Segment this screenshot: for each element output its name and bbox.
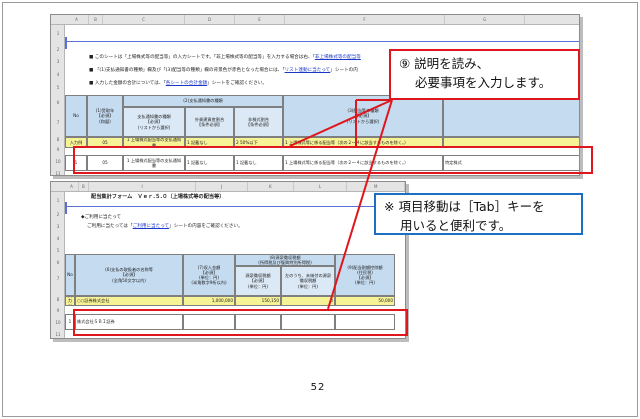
row-number: 2	[56, 47, 60, 52]
input-row-highlight	[73, 146, 593, 174]
row-number: 7	[56, 120, 60, 125]
row-number: 2	[56, 212, 60, 217]
header-no: No	[65, 254, 75, 296]
row-number: 5	[56, 248, 60, 253]
header-withholding-group: (8)源泉徴収税額 (所得税及び復興特別所得税)	[235, 254, 335, 266]
header-type-group: (2)支払通知書の種類	[123, 95, 283, 107]
header-income: (7)収入金額 【必須】 (単位：円) (半角数字9桁以内)	[183, 254, 235, 296]
column-letter: C	[103, 15, 185, 24]
usage-note-head: ◆ご利用に当たって	[81, 215, 122, 220]
row-number: 1	[56, 31, 60, 36]
example-income: 1,000,000	[183, 296, 235, 306]
row-number: 4	[56, 72, 60, 77]
example-payer: ○○証券株式会社	[75, 296, 183, 306]
column-letter: I	[89, 182, 197, 191]
header-local-tax: (9)配当割額控除額 (住民税) 【必須】 (単位：円)	[335, 254, 395, 296]
example-withholding-unpaid: 0	[281, 296, 335, 306]
row-header-bar: 1 2 3 4 5 6 7 8 9 10 11	[51, 192, 65, 338]
header-nontax: 非株式割合 【条件必須】	[234, 107, 283, 137]
usage-note: ご利用に当たっては「ご利用に当たって」シートの内容をご確認ください。	[87, 224, 243, 229]
row-number: 11	[55, 171, 61, 176]
row-number: 8	[56, 137, 60, 142]
input-row-highlight	[73, 309, 408, 336]
header-year: (1)受取年 【必須】 (和暦)	[87, 95, 123, 137]
row-number: 6	[56, 100, 60, 105]
active-row-indicator	[65, 41, 579, 42]
column-letter: B	[79, 182, 89, 191]
row-number: 6	[56, 260, 60, 265]
callout-line: ⑨ 説明を読み、	[399, 56, 490, 71]
tab-tip-callout: ※ 項目移動は［Tab］キーを 用いると便利です。	[374, 193, 583, 235]
callout-line: ※ 項目移動は［Tab］キーを	[384, 199, 545, 214]
page-number: 52	[310, 382, 326, 393]
column-header-bar: A B I J K L M	[51, 182, 405, 192]
header-withholding-unpaid: 左のうち、未納付の源泉徴収税額 (単位：円)	[281, 266, 335, 296]
row-number: 7	[56, 276, 60, 281]
column-letter: J	[196, 182, 248, 191]
row-number: 3	[56, 59, 60, 64]
row-number: 9	[56, 147, 60, 152]
sheet-note-1: ■ このシートは「上場株式等の配当等」の入力シートです。「非上場株式等の配当等」…	[89, 55, 361, 60]
input-instruction-callout: ⑨ 説明を読み、 必要事項を入力します。	[389, 49, 580, 100]
row-header-bar: 1 2 3 4 5 6 7 8 9 10 11	[51, 25, 65, 175]
usage-link[interactable]: ご利用に当たって	[133, 224, 170, 229]
row-number: 4	[56, 236, 60, 241]
column-letter: A	[65, 182, 79, 191]
column-letter: B	[89, 15, 103, 24]
cursor-marker	[65, 37, 67, 49]
column-letter: K	[248, 182, 294, 191]
row-number: 11	[55, 332, 61, 337]
header-no: No	[65, 95, 87, 137]
column-letter: A	[65, 15, 89, 24]
header-type: 支払通知書の種類 【必須】 (リストから選択)	[123, 107, 185, 137]
example-label: 入力例	[65, 296, 75, 306]
cursor-marker	[65, 202, 67, 214]
header-withholding: 源泉徴収税額 【必須】 (単位：円)	[235, 266, 281, 296]
column-letter: L	[294, 182, 348, 191]
example-withholding: 150,150	[235, 296, 281, 306]
header-kind: (3)配当等の種類 【必須】 (リストから選択)	[283, 95, 443, 137]
header-payer: (6)支払の取扱者の名称等 【必須】 (全角50文字以内)	[75, 254, 183, 296]
callout-line: 必要事項を入力します。	[415, 75, 552, 90]
note-link[interactable]: 非上場株式等の配当等	[315, 55, 361, 60]
form-title: 配当集計フォーム Ｖｅｒ.５.０（上場株式等の配当等）	[91, 194, 225, 200]
note-link[interactable]: リスト連動に当たって	[285, 68, 331, 73]
row-number: 10	[55, 159, 61, 164]
row-number: 5	[56, 85, 60, 90]
header-foreign: 外貨建資産割合 【条件必須】	[185, 107, 234, 137]
column-header-bar: A B C D E F G	[51, 15, 579, 25]
note-link[interactable]: 各シートの合計金額	[166, 81, 207, 86]
column-letter: E	[235, 15, 285, 24]
column-letter: G	[445, 15, 525, 24]
column-letter: F	[285, 15, 445, 24]
row-number: 10	[55, 320, 61, 325]
column-letter: M	[347, 182, 405, 191]
active-row-indicator	[65, 206, 405, 207]
row-number: 1	[56, 198, 60, 203]
row-number: 3	[56, 224, 60, 229]
callout-line: 用いると便利です。	[400, 218, 512, 233]
row-number: 9	[56, 308, 60, 313]
example-local-tax: 50,000	[335, 296, 395, 306]
sheet-note-3: ■ 入力した金額の合計については、「各シートの合計金額」シートをご確認ください。	[89, 81, 267, 86]
header-extra	[443, 95, 579, 137]
row-number: 8	[56, 297, 60, 302]
sheet-note-2: ■ 「(1)支払通知書の種類」欄及び「(3)配当等の種類」欄の背景色が赤色となっ…	[89, 68, 358, 73]
column-letter: D	[185, 15, 235, 24]
